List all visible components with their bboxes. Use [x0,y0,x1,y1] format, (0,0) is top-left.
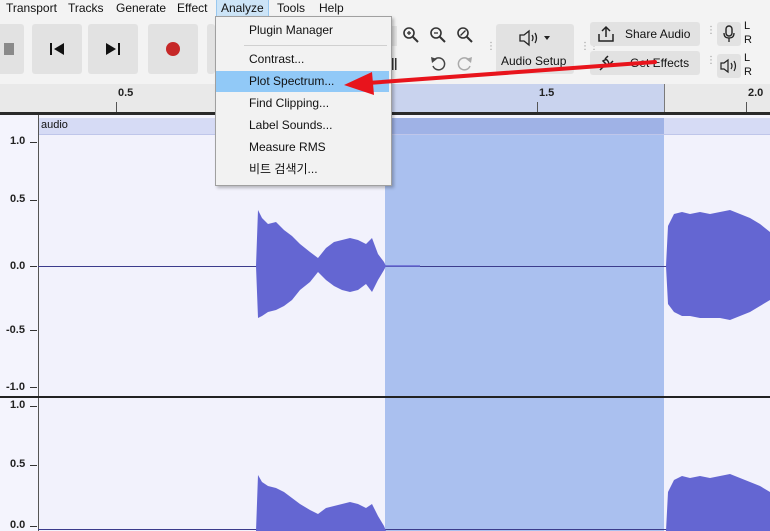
annotation-arrow-icon [344,60,657,95]
